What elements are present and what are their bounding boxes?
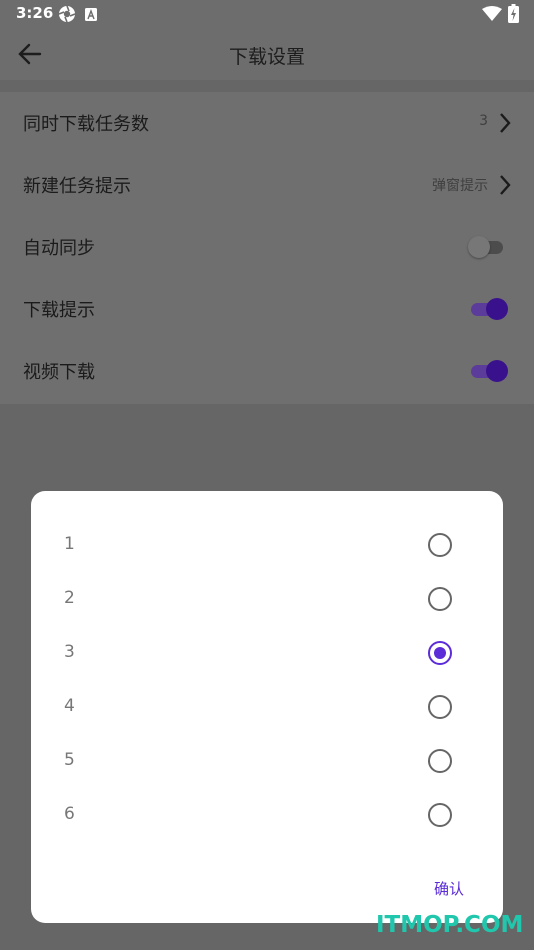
setting-concurrent-downloads[interactable]: 同时下载任务数 3 [0,92,534,154]
setting-value: 3 [479,113,488,129]
status-time: 3:26 [16,4,54,22]
toolbar-divider [0,80,534,92]
setting-auto-sync: 自动同步 [0,216,534,278]
radio-button[interactable] [428,749,452,773]
setting-label: 视频下载 [23,362,95,383]
radio-button-selected[interactable] [428,641,452,665]
option-label: 6 [64,804,75,824]
page-title: 下载设置 [228,46,305,68]
radio-button[interactable] [428,587,452,611]
option-row[interactable]: 6 [31,788,503,842]
setting-label: 同时下载任务数 [23,114,149,135]
option-label: 2 [64,588,75,608]
radio-button[interactable] [428,533,452,557]
confirm-button[interactable]: 确认 [434,878,464,899]
app-toolbar: 下载设置 [0,28,534,80]
setting-label: 自动同步 [23,238,95,259]
radio-button[interactable] [428,695,452,719]
aperture-icon [58,5,76,27]
chevron-right-icon [498,173,512,197]
option-row[interactable]: 2 [31,572,503,626]
watermark-text: ITMOP.COM [376,912,524,938]
option-row[interactable]: 4 [31,680,503,734]
toggle-thumb [486,298,508,320]
download-prompt-toggle[interactable] [468,298,508,320]
auto-sync-toggle[interactable] [468,236,508,258]
radio-button[interactable] [428,803,452,827]
setting-value: 弹窗提示 [432,178,488,194]
setting-video-download: 视频下载 [0,340,534,402]
toggle-thumb [486,360,508,382]
battery-charging-icon [508,4,519,27]
status-bar: 3:26 [0,0,534,28]
chevron-right-icon [498,111,512,135]
option-row[interactable]: 1 [31,518,503,572]
wifi-icon [482,6,502,26]
option-label: 3 [64,642,75,662]
setting-label: 新建任务提示 [23,176,131,197]
task-count-dialog: 1 2 3 4 5 6 确认 [31,491,503,923]
a-badge-icon [85,7,97,25]
option-label: 5 [64,750,75,770]
option-label: 1 [64,534,75,554]
video-download-toggle[interactable] [468,360,508,382]
setting-download-prompt: 下载提示 [0,278,534,340]
option-row[interactable]: 3 [31,626,503,680]
toggle-thumb [468,236,490,258]
option-row[interactable]: 5 [31,734,503,788]
setting-new-task-prompt[interactable]: 新建任务提示 弹窗提示 [0,154,534,216]
option-label: 4 [64,696,75,716]
settings-list: 同时下载任务数 3 新建任务提示 弹窗提示 自动同步 下载提示 视频下载 [0,92,534,404]
setting-label: 下载提示 [23,300,95,321]
